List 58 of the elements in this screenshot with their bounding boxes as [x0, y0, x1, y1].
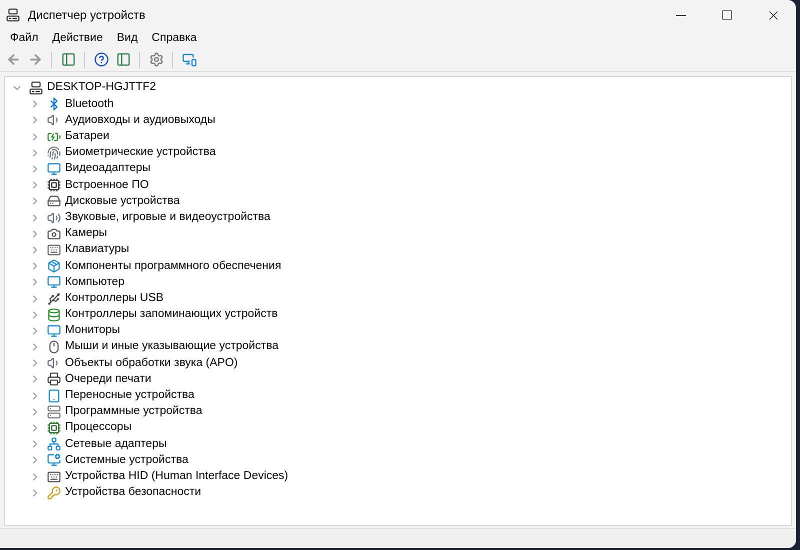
minimize-icon	[676, 14, 686, 16]
menu-item[interactable]: Справка	[146, 30, 203, 48]
tree-item[interactable]: Мыши и иные указывающие устройства	[65, 338, 279, 356]
tree-item[interactable]: Устройства безопасности	[65, 484, 202, 502]
tree-item[interactable]: Очереди печати	[65, 370, 152, 388]
key-icon	[47, 486, 61, 500]
tree-item[interactable]: Контроллеры USB	[65, 290, 164, 308]
tree-item[interactable]: Батареи	[65, 128, 110, 146]
help-button[interactable]	[92, 50, 110, 68]
camera-icon	[47, 226, 61, 241]
database-icon	[47, 308, 61, 322]
tree-item[interactable]: Переносные устройства	[65, 387, 194, 404]
tree-item[interactable]: Компоненты программного обеспечения	[65, 258, 282, 275]
tree-item[interactable]: Системные устройства	[65, 452, 188, 470]
monitor-icon	[47, 324, 61, 338]
tree-item[interactable]: Bluetooth	[65, 96, 114, 113]
network-icon	[47, 437, 61, 452]
tree-item[interactable]: Сетевые адаптеры	[65, 436, 167, 453]
tablet-icon	[47, 388, 61, 403]
tree-item[interactable]: Устройства HID (Human Interface Devices)	[65, 468, 288, 486]
menu-item[interactable]: Вид	[110, 30, 144, 48]
tree-item[interactable]: Дисковые устройства	[65, 192, 180, 210]
monitor-icon	[47, 453, 61, 468]
tree-item[interactable]: Звуковые, игровые и видеоустройства	[65, 208, 270, 226]
keyboard-icon	[47, 242, 61, 257]
tree-item[interactable]: Камеры	[65, 225, 108, 242]
mouse-icon	[47, 340, 61, 354]
menu-item[interactable]: Действие	[46, 30, 109, 48]
drive-icon	[47, 194, 61, 208]
server-icon	[47, 404, 61, 419]
tree-item[interactable]: Процессоры	[65, 419, 132, 437]
window-title: Диспетчер устройств	[28, 7, 146, 24]
package-icon	[47, 259, 61, 274]
app-icon	[6, 8, 20, 22]
tree-item[interactable]: Встроенное ПО	[65, 176, 149, 194]
maximize-icon	[721, 9, 733, 21]
keyboard-icon	[47, 470, 61, 484]
speaker-icon	[47, 210, 61, 225]
tree-item[interactable]: Контроллеры запоминающих устройств	[65, 306, 278, 324]
printer-icon	[47, 372, 61, 386]
tree-item[interactable]: Компьютер	[65, 274, 125, 291]
tree-item[interactable]: Объекты обработки звука (APO)	[65, 354, 238, 372]
fingerprint-icon	[47, 146, 61, 160]
menu-item[interactable]: Файл	[4, 30, 44, 48]
tree-item[interactable]: Клавиатуры	[65, 241, 130, 259]
chip-icon	[47, 421, 61, 436]
usb-icon	[47, 292, 61, 306]
monitor-icon	[47, 275, 61, 290]
tree-item[interactable]: Мониторы	[65, 322, 120, 340]
tree-item[interactable]: Аудиовходы и аудиовыходы	[65, 112, 216, 130]
update-driver-button[interactable]	[147, 50, 165, 68]
tree-item[interactable]: Программные устройства	[65, 403, 202, 420]
monitor-icon	[47, 162, 61, 176]
tree-item[interactable]: Биометрические устройства	[65, 144, 216, 162]
chip-icon	[47, 178, 61, 192]
tree-item[interactable]: DESKTOP-HGJTTF2	[47, 79, 156, 97]
computer-icon	[29, 81, 43, 96]
tree-item[interactable]: Видеоадаптеры	[65, 160, 151, 178]
